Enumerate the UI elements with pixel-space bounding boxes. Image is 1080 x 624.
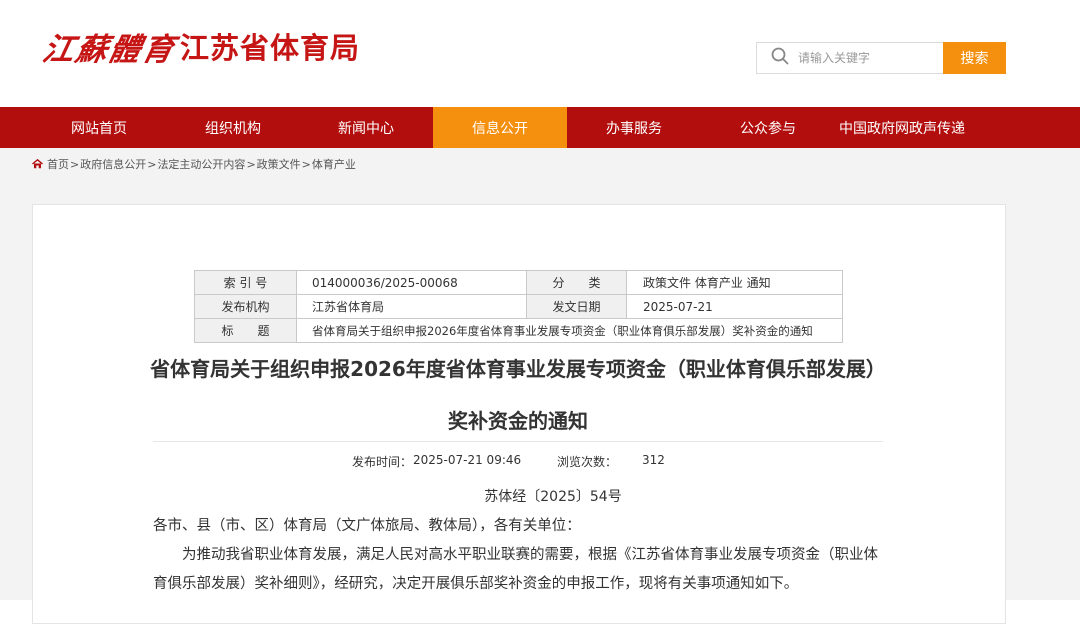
document-number: 苏体经〔2025〕54号: [484, 489, 622, 505]
breadcrumb-policy-docs[interactable]: 政策文件: [257, 156, 301, 172]
site-header: 江蘇體育 江苏省体育局 搜索: [0, 0, 1080, 107]
index-label: 索 引 号: [194, 270, 297, 295]
search-bar: 搜索: [756, 42, 1006, 74]
article-title: 省体育局关于组织申报2026年度省体育事业发展专项资金（职业体育俱乐部发展）奖补…: [150, 357, 886, 433]
site-logo[interactable]: 江蘇體育 江苏省体育局: [39, 26, 361, 68]
breadcrumb-bar: 首页 > 政府信息公开 > 法定主动公开内容 > 政策文件 > 体育产业: [0, 148, 1080, 180]
breadcrumb-separator: >: [147, 157, 157, 171]
publish-time-value: 2025-07-21 09:46: [413, 453, 522, 467]
nav-item-public-participation[interactable]: 公众参与: [701, 107, 835, 148]
nav-item-services[interactable]: 办事服务: [567, 107, 701, 148]
breadcrumb-statutory[interactable]: 法定主动公开内容: [157, 156, 245, 172]
logo-site-name: 江苏省体育局: [180, 31, 361, 65]
issue-date-label: 发文日期: [526, 294, 627, 319]
home-icon: [32, 159, 43, 169]
search-button[interactable]: 搜索: [943, 42, 1006, 74]
table-row: 发布机构 江苏省体育局 发文日期 2025-07-21: [194, 294, 843, 319]
logo-calligraphy: 江蘇體育: [39, 31, 180, 68]
document-meta-table: 索 引 号 014000036/2025-00068 分 类 政策文件 体育产业…: [194, 270, 843, 343]
main-nav: 网站首页 组织机构 新闻中心 信息公开 办事服务 公众参与 中国政府网政声传递: [0, 107, 1080, 148]
breadcrumb-separator: >: [301, 157, 311, 171]
views-label: 浏览次数：: [557, 455, 618, 469]
table-row: 标 题 省体育局关于组织申报2026年度省体育事业发展专项资金（职业体育俱乐部发…: [194, 318, 843, 343]
nav-item-gov-link[interactable]: 中国政府网政声传递: [822, 107, 982, 148]
publisher-value: 江苏省体育局: [296, 294, 527, 319]
issue-date-value: 2025-07-21: [626, 294, 843, 319]
title-label: 标 题: [194, 318, 297, 343]
breadcrumb-gov-info[interactable]: 政府信息公开: [80, 156, 146, 172]
search-icon: [771, 47, 789, 69]
title-value: 省体育局关于组织申报2026年度省体育事业发展专项资金（职业体育俱乐部发展）奖补…: [296, 318, 843, 343]
addressee-line: 各市、县（市、区）体育局（文广体旅局、教体局），各有关单位：: [153, 518, 581, 534]
nav-item-home[interactable]: 网站首页: [32, 107, 166, 148]
nav-item-news[interactable]: 新闻中心: [299, 107, 433, 148]
search-box[interactable]: [756, 42, 943, 74]
publisher-label: 发布机构: [194, 294, 297, 319]
breadcrumb-home[interactable]: 首页: [47, 156, 69, 172]
nav-item-organization[interactable]: 组织机构: [166, 107, 300, 148]
table-row: 索 引 号 014000036/2025-00068 分 类 政策文件 体育产业…: [194, 270, 843, 295]
body-paragraph: 为推动我省职业体育发展，满足人民对高水平职业联赛的需要，根据《江苏省体育事业发展…: [153, 547, 878, 592]
search-input[interactable]: [798, 51, 938, 65]
breadcrumb-separator: >: [70, 157, 80, 171]
category-value: 政策文件 体育产业 通知: [626, 270, 843, 295]
title-divider: [153, 441, 883, 442]
breadcrumb-sports-industry[interactable]: 体育产业: [312, 156, 356, 172]
publish-time-label: 发布时间：: [352, 455, 413, 469]
category-label: 分 类: [526, 270, 627, 295]
views-count: 312: [642, 453, 665, 467]
index-value: 014000036/2025-00068: [296, 270, 527, 295]
breadcrumb-separator: >: [246, 157, 256, 171]
breadcrumb: 首页 > 政府信息公开 > 法定主动公开内容 > 政策文件 > 体育产业: [32, 148, 356, 180]
nav-item-info-disclosure[interactable]: 信息公开: [433, 107, 567, 148]
